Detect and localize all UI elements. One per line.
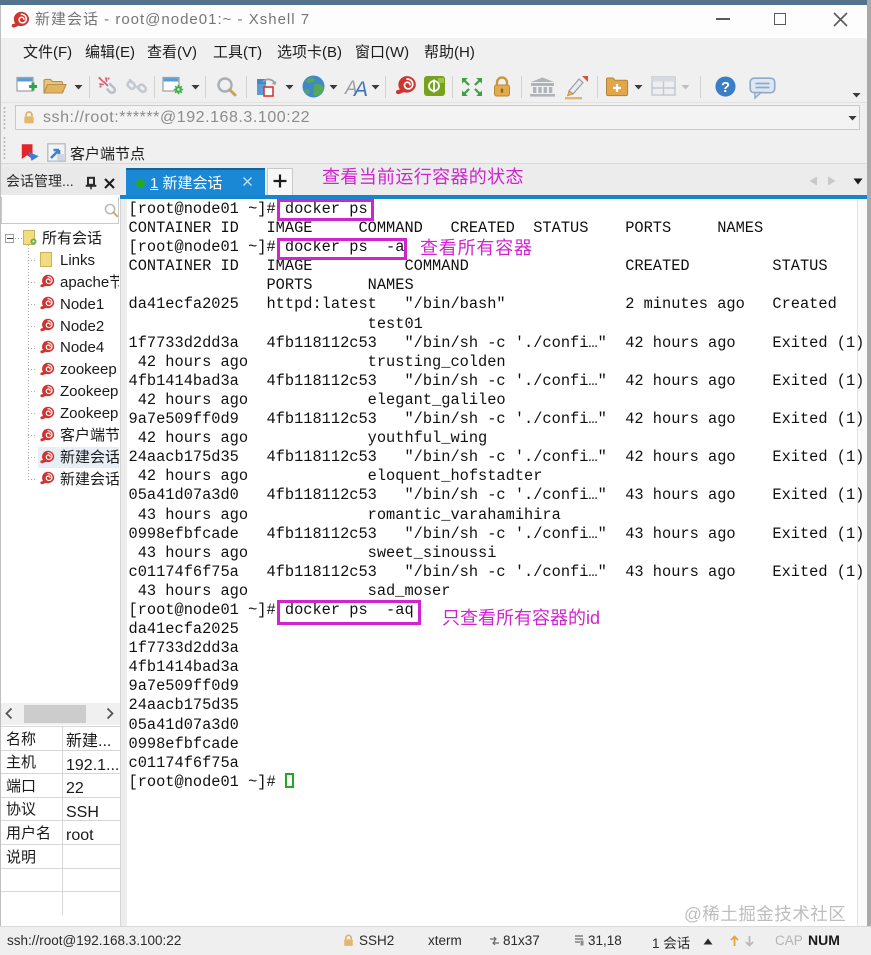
svg-text:A: A — [352, 78, 368, 99]
svg-text:?: ? — [721, 80, 730, 96]
